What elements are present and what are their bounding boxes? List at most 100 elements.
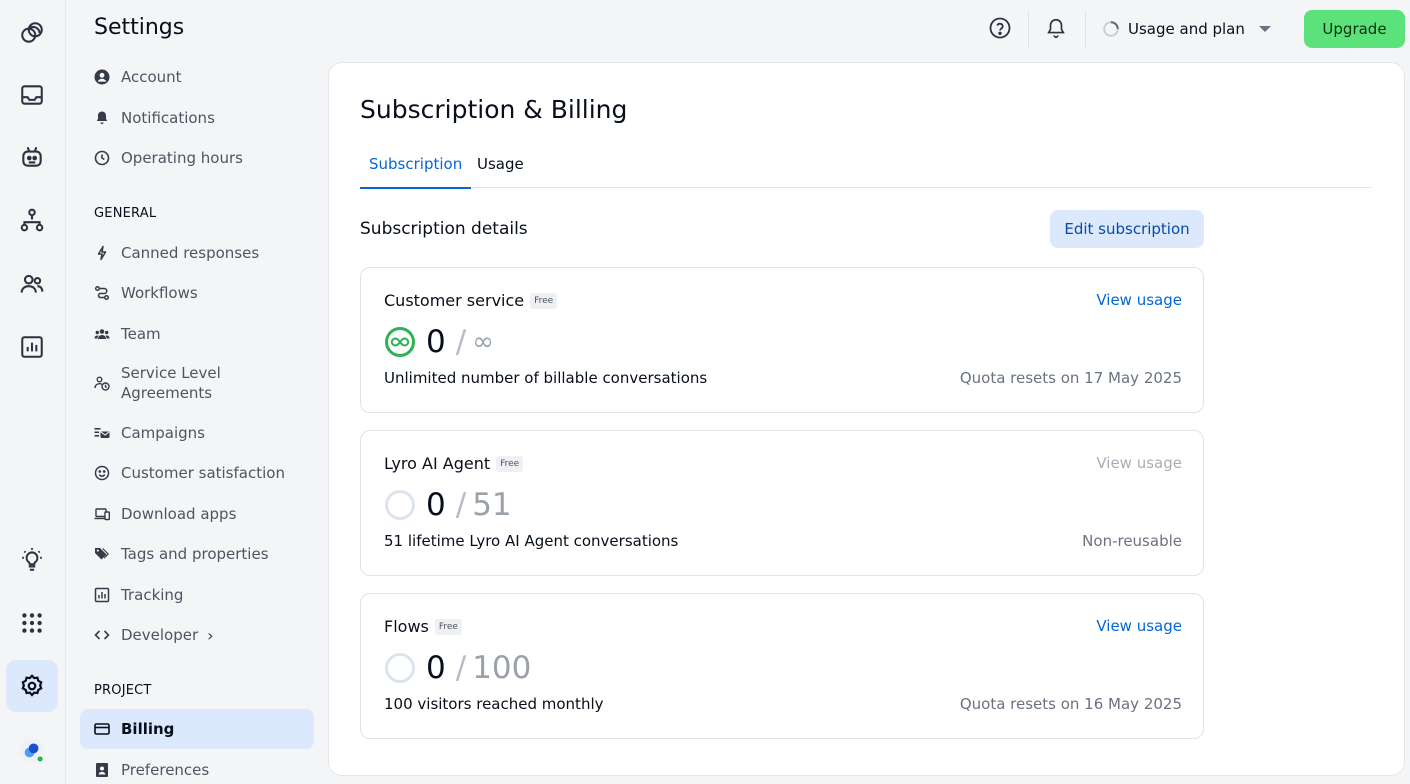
plan-badge: Free — [530, 292, 558, 309]
divider — [1085, 12, 1086, 48]
progress-ring-icon — [385, 653, 415, 683]
sidebar-item-tracking[interactable]: Tracking — [80, 575, 314, 615]
infinity-ring-icon — [385, 327, 415, 357]
upgrade-button[interactable]: Upgrade — [1304, 10, 1405, 48]
card-title: Flows — [384, 617, 429, 636]
account-icon — [94, 69, 110, 85]
chevron-right-icon: › — [207, 625, 214, 645]
usage-meter: 0 / 51 — [384, 487, 512, 523]
sidebar-item-label: Canned responses — [121, 244, 260, 262]
separator: / — [455, 650, 467, 686]
tab-subscription[interactable]: Subscription — [360, 155, 472, 189]
sidebar-item-sla[interactable]: Service Level Agreements — [80, 359, 314, 407]
sidebar-item-team[interactable]: Team — [80, 314, 314, 354]
workflow-icon — [94, 285, 110, 301]
sidebar-item-label: Tracking — [121, 586, 184, 604]
plan-description: Unlimited number of billable conversatio… — [384, 369, 708, 387]
sidebar-item-label: Team — [121, 325, 161, 343]
view-usage-link[interactable]: View usage — [1096, 617, 1182, 635]
sidebar-item-download-apps[interactable]: Download apps — [80, 494, 314, 534]
bell-icon — [94, 110, 110, 126]
tab-usage[interactable]: Usage — [468, 155, 533, 187]
page-title: Subscription & Billing — [360, 95, 628, 124]
sidebar-item-label: Preferences — [121, 761, 210, 779]
flows-icon[interactable] — [6, 194, 58, 246]
sla-icon — [94, 375, 110, 391]
usage-and-plan-dropdown[interactable]: Usage and plan — [1102, 16, 1271, 42]
quota-note: Non-reusable — [1082, 532, 1182, 550]
usage-limit: ∞ — [472, 327, 494, 357]
sidebar-item-label: Operating hours — [121, 149, 243, 167]
customers-icon[interactable] — [6, 258, 58, 310]
main-panel: Subscription & Billing Subscription Usag… — [328, 62, 1405, 776]
bell-icon[interactable] — [1042, 14, 1070, 42]
dashboard-icon[interactable] — [6, 7, 58, 59]
sidebar-item-campaigns[interactable]: Campaigns — [80, 413, 314, 453]
usage-count: 0 — [426, 650, 446, 686]
separator: / — [455, 487, 467, 523]
card-title-row: Flows Free — [384, 617, 462, 636]
plan-description: 100 visitors reached monthly — [384, 695, 604, 713]
sidebar-item-label: Account — [121, 68, 182, 86]
edit-subscription-button[interactable]: Edit subscription — [1050, 210, 1204, 248]
plan-card-lyro-ai-agent: Lyro AI Agent Free View usage 0 / 51 51 … — [360, 430, 1204, 576]
sidebar-item-tags-and-properties[interactable]: Tags and properties — [80, 534, 314, 574]
usage-meter: 0 / 100 — [384, 650, 531, 686]
sidebar-title: Settings — [94, 15, 185, 40]
apps-grid-icon[interactable] — [6, 597, 58, 649]
usage-meter: 0 / ∞ — [384, 324, 494, 360]
settings-sidebar: Settings Account Notifications Operating… — [66, 0, 328, 784]
clock-icon — [94, 150, 110, 166]
view-usage-link[interactable]: View usage — [1096, 291, 1182, 309]
sidebar-item-customer-satisfaction[interactable]: Customer satisfaction — [80, 453, 314, 493]
sidebar-item-operating-hours[interactable]: Operating hours — [80, 138, 314, 178]
avatar[interactable] — [6, 724, 58, 776]
usage-limit: 51 — [472, 487, 512, 523]
sidebar-item-label: Service Level Agreements — [121, 364, 221, 402]
campaign-icon — [94, 425, 110, 441]
help-icon[interactable] — [986, 14, 1014, 42]
plan-card-flows: Flows Free View usage 0 / 100 100 visito… — [360, 593, 1204, 739]
sidebar-item-label: Notifications — [121, 109, 215, 127]
usage-limit: 100 — [472, 650, 532, 686]
card-title: Customer service — [384, 291, 525, 310]
settings-icon[interactable] — [6, 660, 58, 712]
sidebar-item-preferences[interactable]: Preferences — [80, 750, 314, 784]
team-icon — [94, 326, 110, 342]
usage-and-plan-label: Usage and plan — [1128, 20, 1245, 38]
sidebar-item-developer[interactable]: Developer › — [80, 615, 314, 655]
tabs: Subscription Usage — [360, 151, 1372, 189]
sidebar-item-workflows[interactable]: Workflows — [80, 273, 314, 313]
devices-icon — [94, 506, 110, 522]
plan-card-customer-service: Customer service Free View usage 0 / ∞ U… — [360, 267, 1204, 413]
section-label-general: GENERAL — [94, 206, 157, 221]
sidebar-item-label: Customer satisfaction — [121, 464, 285, 482]
sidebar-item-canned-responses[interactable]: Canned responses — [80, 233, 314, 273]
sidebar-item-account[interactable]: Account — [80, 57, 314, 97]
card-title-row: Customer service Free — [384, 291, 558, 310]
tag-icon — [94, 546, 110, 562]
plan-badge: Free — [434, 618, 462, 635]
inbox-icon[interactable] — [6, 69, 58, 121]
section-title: Subscription details — [360, 219, 528, 239]
lightning-icon — [94, 245, 110, 261]
quota-note: Quota resets on 17 May 2025 — [959, 369, 1182, 387]
sidebar-item-label: Campaigns — [121, 424, 206, 442]
sidebar-item-label: Download apps — [121, 505, 237, 523]
card-title-row: Lyro AI Agent Free — [384, 454, 524, 473]
quota-note: Quota resets on 16 May 2025 — [959, 695, 1182, 713]
usage-count: 0 — [426, 324, 446, 360]
view-usage-link: View usage — [1096, 454, 1182, 472]
sidebar-item-label: Tags and properties — [121, 545, 269, 563]
smiley-icon — [94, 465, 110, 481]
bot-icon[interactable] — [6, 131, 58, 183]
plan-badge: Free — [496, 455, 524, 472]
ideas-icon[interactable] — [6, 534, 58, 586]
card-icon — [94, 721, 110, 737]
sidebar-item-label: Workflows — [121, 284, 198, 302]
sidebar-item-notifications[interactable]: Notifications — [80, 98, 314, 138]
sidebar-item-billing[interactable]: Billing — [80, 709, 314, 749]
analytics-icon[interactable] — [6, 321, 58, 373]
separator: / — [455, 324, 467, 360]
usage-progress-icon — [1103, 21, 1119, 37]
